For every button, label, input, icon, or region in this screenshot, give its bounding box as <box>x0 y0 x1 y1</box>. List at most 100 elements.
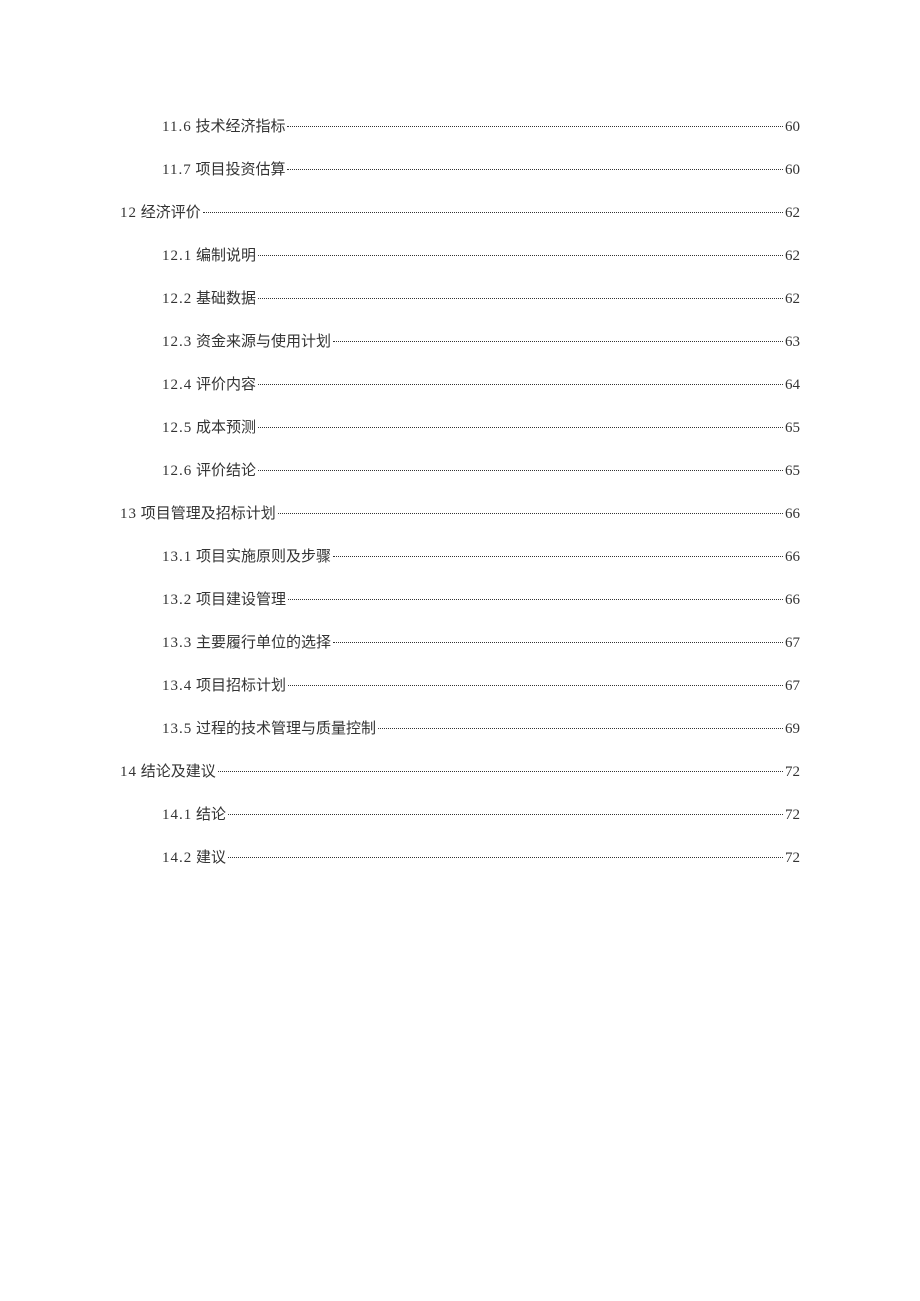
toc-entry-number: 12.5 <box>162 420 192 436</box>
toc-entry-label: 14 结论及建议 <box>120 760 216 781</box>
toc-entry-number: 14.2 <box>162 850 192 866</box>
toc-entry: 12 经济评价 62 <box>120 201 800 222</box>
toc-entry-title: 项目管理及招标计划 <box>141 506 276 522</box>
toc-entry-title: 主要履行单位的选择 <box>196 635 331 651</box>
toc-entry-page: 62 <box>785 248 800 265</box>
toc-entry-title: 项目招标计划 <box>196 678 286 694</box>
toc-leader-dots <box>258 427 783 428</box>
toc-entry-page: 62 <box>785 291 800 308</box>
toc-leader-dots <box>278 513 783 514</box>
toc-entry: 12.2 基础数据 62 <box>120 287 800 308</box>
toc-entry-title: 编制说明 <box>196 248 256 264</box>
toc-entry-label: 12.5 成本预测 <box>162 416 256 437</box>
toc-leader-dots <box>287 126 783 127</box>
toc-entry-number: 12.1 <box>162 248 192 264</box>
toc-entry: 14.1 结论 72 <box>120 803 800 824</box>
toc-entry-title: 项目建设管理 <box>196 592 286 608</box>
toc-entry-number: 13.2 <box>162 592 192 608</box>
toc-leader-dots <box>228 814 783 815</box>
toc-entry-number: 13.5 <box>162 721 192 737</box>
toc-entry-page: 72 <box>785 850 800 867</box>
toc-entry-number: 11.7 <box>162 162 192 178</box>
toc-entry-title: 基础数据 <box>196 291 256 307</box>
toc-entry-label: 12.1 编制说明 <box>162 244 256 265</box>
toc-entry-page: 60 <box>785 162 800 179</box>
toc-leader-dots <box>258 470 783 471</box>
toc-leader-dots <box>228 857 783 858</box>
toc-entry-title: 项目投资估算 <box>195 162 285 178</box>
toc-entry: 12.3 资金来源与使用计划 63 <box>120 330 800 351</box>
toc-entry-page: 63 <box>785 334 800 351</box>
toc-leader-dots <box>203 212 783 213</box>
toc-entry-title: 结论 <box>196 807 226 823</box>
table-of-contents: 11.6 技术经济指标 6011.7 项目投资估算 6012 经济评价 6212… <box>120 115 800 867</box>
toc-entry-label: 13.5 过程的技术管理与质量控制 <box>162 717 376 738</box>
toc-entry-label: 12.4 评价内容 <box>162 373 256 394</box>
toc-entry-number: 13.3 <box>162 635 192 651</box>
toc-leader-dots <box>288 599 783 600</box>
toc-entry: 11.7 项目投资估算 60 <box>120 158 800 179</box>
toc-entry-number: 13.1 <box>162 549 192 565</box>
toc-leader-dots <box>218 771 783 772</box>
toc-leader-dots <box>258 298 783 299</box>
toc-entry-label: 13.1 项目实施原则及步骤 <box>162 545 331 566</box>
toc-entry: 12.5 成本预测 65 <box>120 416 800 437</box>
toc-entry-page: 66 <box>785 592 800 609</box>
toc-entry-page: 66 <box>785 549 800 566</box>
toc-entry-page: 67 <box>785 635 800 652</box>
toc-entry-number: 12.4 <box>162 377 192 393</box>
toc-entry-number: 13 <box>120 506 137 522</box>
toc-entry: 12.6 评价结论 65 <box>120 459 800 480</box>
toc-entry-title: 评价结论 <box>196 463 256 479</box>
toc-leader-dots <box>288 685 783 686</box>
toc-leader-dots <box>333 341 783 342</box>
toc-entry: 13 项目管理及招标计划 66 <box>120 502 800 523</box>
toc-entry-number: 12.6 <box>162 463 192 479</box>
toc-leader-dots <box>378 728 783 729</box>
toc-entry: 13.3 主要履行单位的选择 67 <box>120 631 800 652</box>
toc-entry-label: 13.2 项目建设管理 <box>162 588 286 609</box>
toc-entry-number: 13.4 <box>162 678 192 694</box>
toc-entry-title: 过程的技术管理与质量控制 <box>196 721 376 737</box>
toc-entry-label: 14.2 建议 <box>162 846 226 867</box>
toc-entry-page: 64 <box>785 377 800 394</box>
toc-entry: 14.2 建议 72 <box>120 846 800 867</box>
toc-leader-dots <box>258 255 783 256</box>
toc-entry-number: 14.1 <box>162 807 192 823</box>
toc-entry-label: 14.1 结论 <box>162 803 226 824</box>
toc-entry-page: 72 <box>785 764 800 781</box>
toc-entry-label: 13.3 主要履行单位的选择 <box>162 631 331 652</box>
toc-entry: 13.1 项目实施原则及步骤 66 <box>120 545 800 566</box>
toc-entry-page: 67 <box>785 678 800 695</box>
toc-entry-label: 11.6 技术经济指标 <box>162 115 285 136</box>
toc-entry-label: 12.2 基础数据 <box>162 287 256 308</box>
toc-leader-dots <box>333 556 783 557</box>
toc-entry: 14 结论及建议 72 <box>120 760 800 781</box>
toc-entry-label: 12.6 评价结论 <box>162 459 256 480</box>
toc-entry-label: 11.7 项目投资估算 <box>162 158 285 179</box>
toc-leader-dots <box>258 384 783 385</box>
toc-entry-label: 12.3 资金来源与使用计划 <box>162 330 331 351</box>
toc-entry-title: 项目实施原则及步骤 <box>196 549 331 565</box>
toc-entry-page: 69 <box>785 721 800 738</box>
toc-entry: 13.2 项目建设管理 66 <box>120 588 800 609</box>
toc-entry-page: 65 <box>785 463 800 480</box>
toc-entry-number: 12.3 <box>162 334 192 350</box>
toc-entry-page: 60 <box>785 119 800 136</box>
toc-entry-number: 12 <box>120 205 137 221</box>
toc-entry-title: 结论及建议 <box>141 764 216 780</box>
toc-entry-title: 建议 <box>196 850 226 866</box>
toc-entry: 13.4 项目招标计划 67 <box>120 674 800 695</box>
toc-entry-page: 72 <box>785 807 800 824</box>
toc-entry-title: 资金来源与使用计划 <box>196 334 331 350</box>
toc-entry-number: 14 <box>120 764 137 780</box>
toc-leader-dots <box>333 642 783 643</box>
toc-entry-title: 经济评价 <box>141 205 201 221</box>
toc-entry-label: 13.4 项目招标计划 <box>162 674 286 695</box>
toc-entry-title: 评价内容 <box>196 377 256 393</box>
toc-entry-page: 66 <box>785 506 800 523</box>
toc-entry: 13.5 过程的技术管理与质量控制 69 <box>120 717 800 738</box>
toc-entry-number: 12.2 <box>162 291 192 307</box>
toc-entry-label: 12 经济评价 <box>120 201 201 222</box>
toc-entry-number: 11.6 <box>162 119 192 135</box>
